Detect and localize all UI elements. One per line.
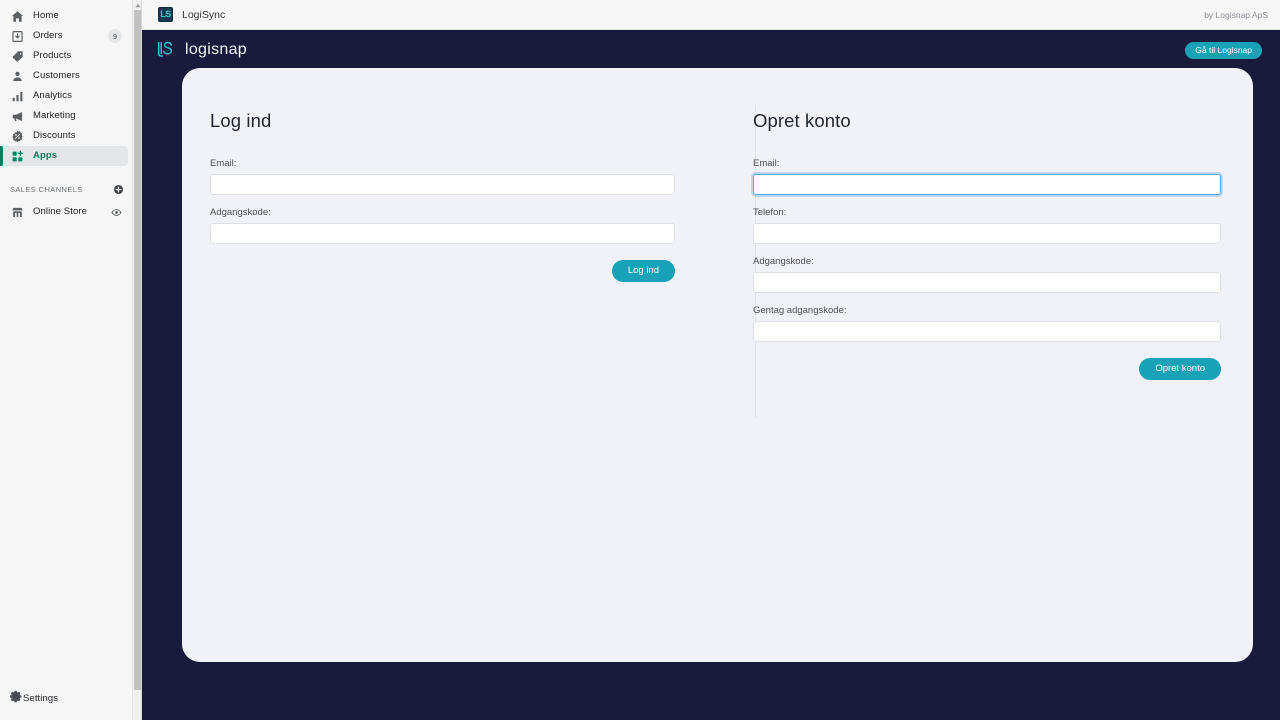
sales-channels-title: SALES CHANNELS — [10, 184, 83, 194]
orders-icon — [10, 29, 25, 44]
login-panel: Log ind Email: Adgangskode: Log ind — [182, 68, 715, 662]
signup-email-label: Email: — [753, 158, 780, 169]
signup-panel: Opret konto Email: Telefon: Adgangskode: — [715, 68, 1253, 662]
sidebar-item-label: Marketing — [33, 110, 76, 122]
auth-card: Log ind Email: Adgangskode: Log ind Opre… — [182, 68, 1253, 662]
app-byline: by Logisnap ApS — [1204, 9, 1268, 20]
apps-icon — [10, 149, 25, 164]
login-submit-button[interactable]: Log ind — [611, 260, 675, 282]
signup-repeat-password-field: Gentag adgangskode: — [753, 305, 1221, 342]
login-email-input[interactable] — [210, 174, 675, 195]
ls-monogram-icon — [154, 39, 176, 61]
home-icon — [10, 9, 25, 24]
sidebar-item-label: Customers — [33, 70, 80, 82]
orders-badge: 9 — [108, 29, 122, 43]
goto-logisnap-button[interactable]: Gå til Logisnap — [1185, 41, 1262, 59]
sidebar-item-label: Analytics — [33, 90, 72, 102]
signup-phone-input[interactable] — [753, 223, 1221, 244]
sidebar-nav-list: Home Orders 9 Products Customers Analyti… — [0, 0, 132, 222]
sidebar-item-label: Apps — [33, 150, 58, 162]
sidebar-item-products[interactable]: Products — [0, 46, 128, 66]
embedded-app-frame: LS LogiSync by Logisnap ApS logisnap Gå … — [142, 0, 1280, 720]
settings-label: Settings — [23, 693, 59, 705]
signup-repeat-password-label: Gentag adgangskode: — [753, 305, 847, 316]
login-title: Log ind — [210, 110, 272, 131]
login-email-label: Email: — [210, 158, 237, 169]
store-icon — [10, 205, 25, 220]
signup-button-row: Opret konto — [753, 358, 1221, 380]
products-icon — [10, 49, 25, 64]
sidebar-item-label: Home — [33, 10, 59, 22]
auth-card-inner: Log ind Email: Adgangskode: Log ind Opre… — [182, 68, 1253, 662]
sidebar-item-home[interactable]: Home — [0, 6, 128, 26]
login-password-label: Adgangskode: — [210, 207, 271, 218]
sidebar-scrollbar-thumb[interactable] — [134, 10, 141, 690]
eye-icon[interactable] — [111, 207, 122, 218]
signup-phone-label: Telefon: — [753, 207, 787, 218]
sidebar-item-online-store[interactable]: Online Store — [0, 202, 128, 222]
login-button-row: Log ind — [210, 260, 675, 282]
signup-email-input[interactable] — [753, 174, 1221, 195]
analytics-icon — [10, 89, 25, 104]
signup-password-label: Adgangskode: — [753, 256, 814, 267]
sidebar-item-customers[interactable]: Customers — [0, 66, 128, 86]
login-email-field: Email: — [210, 158, 675, 195]
brand-bar: logisnap Gå til Logisnap — [142, 30, 1280, 70]
admin-sidebar: Home Orders 9 Products Customers Analyti… — [0, 0, 133, 720]
customers-icon — [10, 69, 25, 84]
login-password-input[interactable] — [210, 223, 675, 244]
marketing-icon — [10, 109, 25, 124]
signup-repeat-password-input[interactable] — [753, 321, 1221, 342]
sidebar-item-discounts[interactable]: Discounts — [0, 126, 128, 146]
app-title: LogiSync — [182, 8, 226, 21]
sales-channels-header: SALES CHANNELS — [0, 180, 132, 198]
scroll-up-arrow-icon[interactable] — [134, 1, 141, 9]
gear-icon — [9, 690, 23, 708]
plus-circle-icon[interactable] — [113, 184, 124, 195]
sidebar-item-analytics[interactable]: Analytics — [0, 86, 128, 106]
sidebar-item-label: Orders — [33, 30, 63, 42]
signup-password-field: Adgangskode: — [753, 256, 1221, 293]
brand-wordmark: logisnap — [185, 41, 248, 58]
signup-submit-button[interactable]: Opret konto — [1139, 358, 1221, 380]
sidebar-item-label: Online Store — [33, 206, 88, 218]
sidebar-item-label: Discounts — [33, 130, 76, 142]
logisync-favicon-icon: LS — [158, 7, 173, 22]
screen-root: Home Orders 9 Products Customers Analyti… — [0, 0, 1280, 720]
sidebar-item-settings[interactable]: Settings — [0, 688, 132, 710]
discounts-icon — [10, 129, 25, 144]
signup-phone-field: Telefon: — [753, 207, 1221, 244]
sidebar-item-marketing[interactable]: Marketing — [0, 106, 128, 126]
signup-title: Opret konto — [753, 110, 851, 131]
sidebar-item-orders[interactable]: Orders 9 — [0, 26, 128, 46]
sidebar-item-apps[interactable]: Apps — [0, 146, 128, 166]
sidebar-item-label: Products — [33, 50, 72, 62]
favicon-label: LS — [160, 9, 171, 19]
app-titlebar: LS LogiSync by Logisnap ApS — [142, 0, 1280, 30]
login-password-field: Adgangskode: — [210, 207, 675, 244]
signup-email-field: Email: — [753, 158, 1221, 195]
signup-password-input[interactable] — [753, 272, 1221, 293]
